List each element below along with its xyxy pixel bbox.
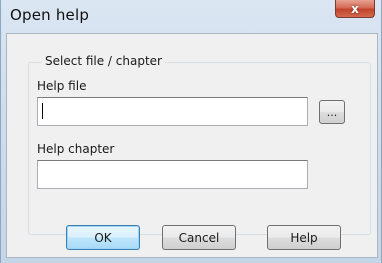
help-chapter-label: Help chapter (37, 142, 115, 156)
help-file-input[interactable] (37, 97, 308, 126)
cancel-button[interactable]: Cancel (162, 225, 236, 250)
text-caret (42, 103, 43, 119)
help-button-label: Help (290, 230, 318, 245)
close-button[interactable]: x (335, 0, 375, 18)
open-help-dialog: Open help x Select file / chapter Help f… (0, 0, 382, 263)
ok-button[interactable]: OK (66, 225, 140, 250)
help-file-label: Help file (37, 79, 87, 93)
groupbox-legend: Select file / chapter (42, 54, 165, 68)
help-button[interactable]: Help (267, 225, 341, 250)
title-bar[interactable]: Open help x (1, 0, 381, 34)
browse-button[interactable]: ... (319, 100, 345, 124)
dialog-body: Select file / chapter Help file ... Help… (6, 33, 378, 258)
ok-button-label: OK (94, 230, 112, 245)
window-title: Open help (10, 6, 90, 24)
help-chapter-input[interactable] (37, 160, 308, 189)
close-icon: x (351, 1, 359, 16)
browse-button-label: ... (326, 105, 338, 119)
cancel-button-label: Cancel (178, 230, 220, 245)
